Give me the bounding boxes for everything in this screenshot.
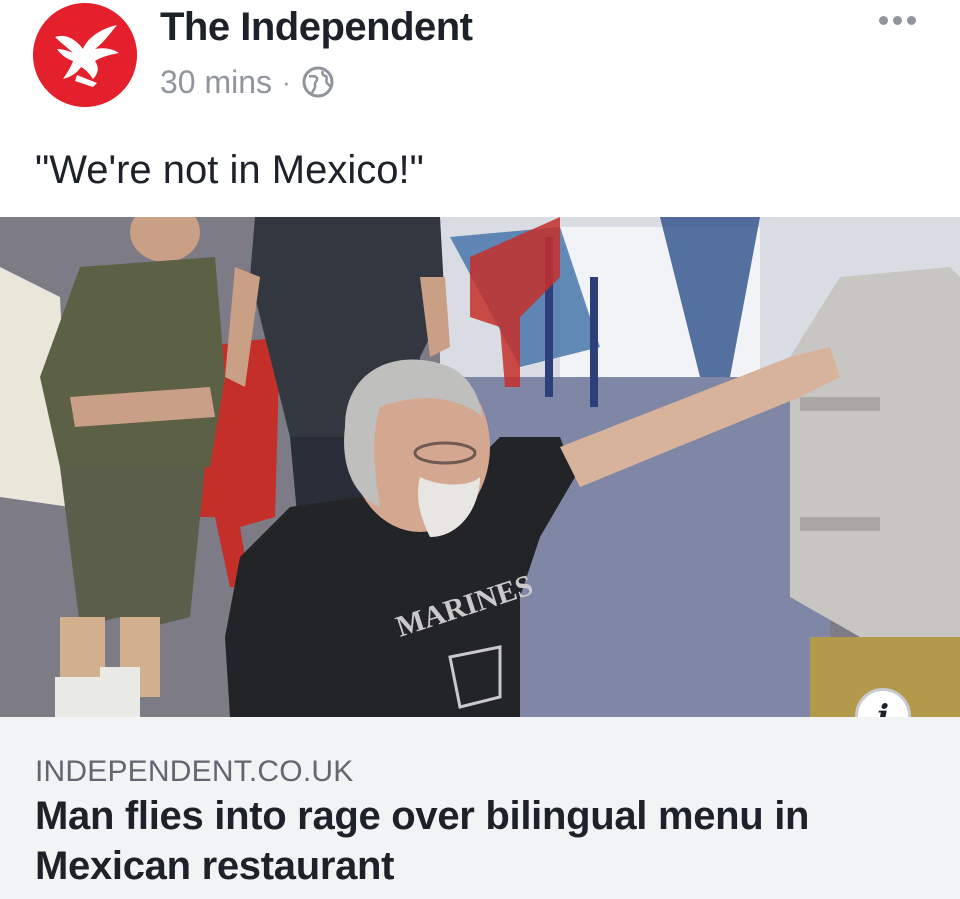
post-caption: "We're not in Mexico!" — [35, 148, 424, 192]
link-preview[interactable]: INDEPENDENT.CO.UK Man flies into rage ov… — [0, 717, 960, 899]
facebook-post: The Independent 30 mins · "We're not in … — [0, 0, 960, 899]
page-name[interactable]: The Independent — [160, 4, 473, 50]
post-meta: 30 mins · — [160, 62, 335, 102]
more-dot — [879, 16, 888, 25]
globe-icon[interactable] — [301, 65, 335, 99]
restaurant-scene-image: MARINES — [0, 217, 960, 717]
meta-separator: · — [282, 66, 291, 97]
post-photo[interactable]: MARINES — [0, 217, 960, 717]
more-options-icon[interactable] — [879, 16, 916, 25]
more-dot — [907, 16, 916, 25]
more-dot — [893, 16, 902, 25]
post-timestamp[interactable]: 30 mins — [160, 64, 272, 101]
link-domain: INDEPENDENT.CO.UK — [35, 755, 354, 788]
eagle-logo-icon — [33, 3, 137, 107]
link-headline[interactable]: Man flies into rage over bilingual menu … — [35, 791, 915, 891]
page-avatar[interactable] — [33, 3, 137, 107]
